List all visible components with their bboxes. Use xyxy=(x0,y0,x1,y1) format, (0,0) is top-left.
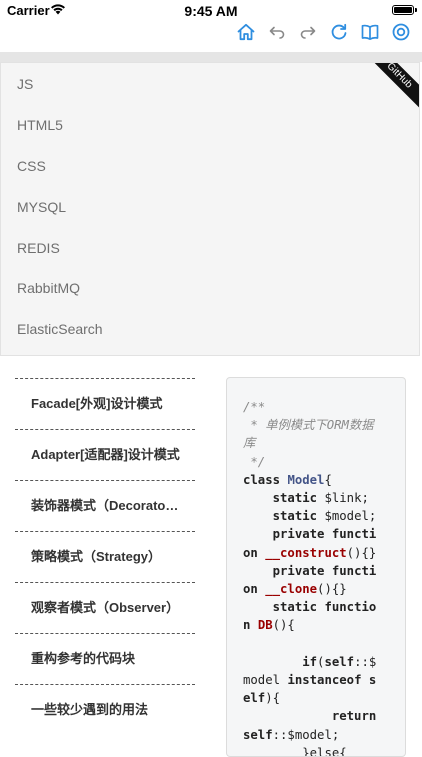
status-bar: Carrier 9:45 AM xyxy=(0,0,422,20)
browser-toolbar xyxy=(234,20,412,44)
code-block: /** * 单例模式下ORM数据 库 */ class Model{ stati… xyxy=(226,377,406,757)
toc-item-label: 重构参考的代码块 xyxy=(31,651,136,666)
bookmarks-button[interactable] xyxy=(358,21,381,44)
menu-item-mysql[interactable]: MYSQL xyxy=(17,199,66,215)
battery-icon xyxy=(392,5,414,15)
forward-icon xyxy=(300,26,315,39)
menu-item-css[interactable]: CSS xyxy=(17,158,46,174)
toc-item-adapter[interactable]: Adapter[适配器]设计模式 xyxy=(15,429,195,480)
refresh-icon xyxy=(331,23,346,40)
refresh-button[interactable] xyxy=(327,21,350,44)
category-menu: JS HTML5 CSS MYSQL REDIS RabbitMQ Elasti… xyxy=(0,62,420,356)
toc-item-label: 观察者模式（Observer） xyxy=(31,600,180,615)
toc-item-label: Facade[外观]设计模式 xyxy=(31,396,163,411)
toc-item-decorator[interactable]: 装饰器模式（Decorator） xyxy=(15,480,195,531)
toc-item-facade[interactable]: Facade[外观]设计模式 xyxy=(15,378,195,429)
toc-item-observer[interactable]: 观察者模式（Observer） xyxy=(15,582,195,633)
settings-icon xyxy=(392,23,409,41)
home-button[interactable] xyxy=(234,21,257,44)
battery-tip xyxy=(415,8,417,12)
menu-item-elasticsearch[interactable]: ElasticSearch xyxy=(17,321,103,337)
toc-item-label: Adapter[适配器]设计模式 xyxy=(31,447,180,462)
toc-item-strategy[interactable]: 策略模式（Strategy） xyxy=(15,531,195,582)
menu-item-js[interactable]: JS xyxy=(17,76,33,92)
table-of-contents: Facade[外观]设计模式 Adapter[适配器]设计模式 装饰器模式（De… xyxy=(15,378,195,735)
menu-item-rabbitmq[interactable]: RabbitMQ xyxy=(17,280,80,296)
book-icon xyxy=(361,24,378,41)
toc-item-label: 装饰器模式（Decorator） xyxy=(31,498,181,513)
settings-button[interactable] xyxy=(389,21,412,44)
code-text: /** * 单例模式下ORM数据 库 */ class Model{ stati… xyxy=(243,400,377,757)
toc-item-misc[interactable]: 一些较少遇到的用法 xyxy=(15,684,195,735)
menu-item-html5[interactable]: HTML5 xyxy=(17,117,63,133)
home-icon xyxy=(237,23,254,41)
clock: 9:45 AM xyxy=(184,3,238,19)
back-icon xyxy=(269,26,284,39)
header-divider xyxy=(0,52,422,62)
toc-item-refactor[interactable]: 重构参考的代码块 xyxy=(15,633,195,684)
forward-button[interactable] xyxy=(296,21,319,44)
back-button[interactable] xyxy=(265,21,288,44)
toc-item-label: 一些较少遇到的用法 xyxy=(31,702,149,717)
github-ribbon[interactable]: GitHub xyxy=(350,63,419,125)
toc-item-label: 策略模式（Strategy） xyxy=(31,549,162,564)
menu-item-redis[interactable]: REDIS xyxy=(17,240,60,256)
